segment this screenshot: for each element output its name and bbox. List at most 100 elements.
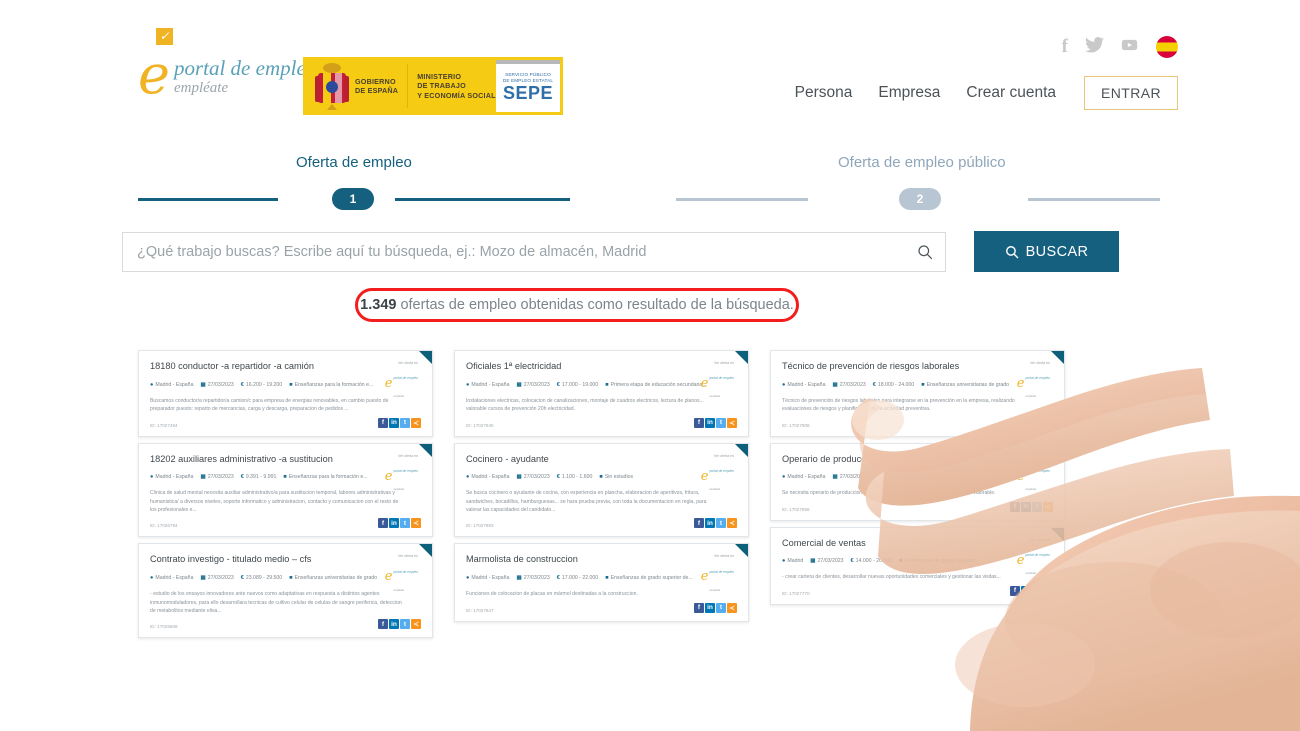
- job-title[interactable]: Contrato investigo - titulado medio – cf…: [150, 554, 348, 566]
- gov-line-1: GOBIERNO: [355, 76, 396, 86]
- salary-icon: €: [556, 381, 560, 388]
- twitter-share-icon[interactable]: t: [400, 619, 410, 630]
- job-title[interactable]: Marmolista de construccion: [466, 554, 664, 566]
- location-pin-icon: ●: [466, 381, 470, 388]
- job-title[interactable]: 18202 auxiliares administrativo -a susti…: [150, 454, 348, 466]
- step-badge-2[interactable]: 2: [899, 188, 941, 210]
- share-icon[interactable]: ≺: [727, 602, 737, 613]
- nav-item-crear-cuenta[interactable]: Crear cuenta: [966, 84, 1056, 102]
- step-label-1[interactable]: Oferta de empleo: [296, 154, 412, 171]
- job-card[interactable]: Ver oferta en e portal de empleo empléat…: [770, 442, 1065, 521]
- search-button[interactable]: BUSCAR: [974, 231, 1119, 272]
- facebook-icon[interactable]: f: [1062, 36, 1068, 58]
- job-id: ID: 17025606: [150, 624, 178, 630]
- twitter-share-icon[interactable]: t: [1032, 501, 1042, 512]
- job-card[interactable]: Ver oferta en e portal de empleo empléat…: [770, 350, 1065, 437]
- calendar-icon: ▦: [810, 558, 816, 565]
- badge-logo-title: portal de empleo: [709, 376, 734, 381]
- linkedin-share-icon[interactable]: in: [389, 518, 399, 529]
- badge-logo: e portal de empleo empléate: [996, 543, 1050, 579]
- facebook-share-icon[interactable]: f: [378, 619, 388, 630]
- job-title[interactable]: Operario de produccion: [782, 454, 980, 466]
- results-count: 1.349: [360, 297, 397, 313]
- share-icon[interactable]: ≺: [1043, 501, 1053, 512]
- twitter-share-icon[interactable]: t: [400, 417, 410, 428]
- linkedin-share-icon[interactable]: in: [1021, 501, 1031, 512]
- youtube-icon[interactable]: [1121, 38, 1138, 57]
- job-card[interactable]: Ver oferta en e portal de empleo empléat…: [138, 442, 433, 538]
- es-flag-icon[interactable]: [1156, 36, 1178, 58]
- twitter-icon[interactable]: [1085, 36, 1104, 58]
- twitter-share-icon[interactable]: t: [400, 518, 410, 529]
- job-card[interactable]: Ver oferta en e portal de empleo empléat…: [454, 442, 749, 538]
- step-badge-1[interactable]: 1: [332, 188, 374, 210]
- badge-logo-sub: empléate: [393, 487, 405, 491]
- facebook-share-icon[interactable]: f: [694, 518, 704, 529]
- job-card[interactable]: Ver oferta en e portal de empleo empléat…: [138, 543, 433, 639]
- job-title[interactable]: 18180 conductor -a repartidor -a camión: [150, 361, 348, 373]
- share-icon[interactable]: ≺: [411, 518, 421, 529]
- linkedin-share-icon[interactable]: in: [705, 602, 715, 613]
- job-title[interactable]: Técnico de prevención de riesgos laboral…: [782, 361, 980, 373]
- linkedin-share-icon[interactable]: in: [705, 518, 715, 529]
- job-salary: €1.100 - 1.600: [556, 474, 593, 481]
- salary-icon: €: [556, 574, 560, 581]
- badge-label: Ver oferta en: [397, 361, 418, 365]
- job-card[interactable]: Ver oferta en e portal de empleo empléat…: [138, 350, 433, 437]
- job-card[interactable]: Ver oferta en e portal de empleo empléat…: [770, 526, 1065, 605]
- facebook-share-icon[interactable]: f: [1010, 501, 1020, 512]
- search-input[interactable]: [137, 243, 917, 260]
- linkedin-share-icon[interactable]: in: [705, 417, 715, 428]
- linkedin-share-icon[interactable]: in: [1021, 585, 1031, 596]
- salary-icon: €: [872, 474, 876, 481]
- job-requirement: ■ Enseñanzas para la formación e...: [289, 381, 374, 388]
- job-title[interactable]: Oficiales 1ª electricidad: [466, 361, 664, 373]
- job-salary: €23.089 - 29.500: [240, 574, 283, 582]
- twitter-share-icon[interactable]: t: [1032, 417, 1042, 428]
- badge-logo: e portal de empleo empléate: [680, 560, 734, 596]
- job-date: ▦ 27/03/2023: [832, 474, 866, 481]
- facebook-share-icon[interactable]: f: [694, 417, 704, 428]
- share-icon[interactable]: ≺: [1043, 417, 1053, 428]
- login-button[interactable]: ENTRAR: [1084, 76, 1178, 110]
- linkedin-share-icon[interactable]: in: [389, 417, 399, 428]
- badge-logo-letter: e: [1016, 552, 1025, 568]
- linkedin-share-icon[interactable]: in: [389, 619, 399, 630]
- facebook-share-icon[interactable]: f: [1010, 417, 1020, 428]
- nav-item-persona[interactable]: Persona: [795, 84, 853, 102]
- salary-icon: €: [240, 574, 244, 581]
- page-root: e ✓ portal de empleo empléate GOBIERNO D…: [0, 0, 1300, 731]
- offer-source-badge: Ver oferta en e portal de empleo empléat…: [680, 454, 734, 495]
- share-icon[interactable]: ≺: [1043, 585, 1053, 596]
- job-card[interactable]: Ver oferta en e portal de empleo empléat…: [454, 543, 749, 622]
- twitter-share-icon[interactable]: t: [716, 518, 726, 529]
- offer-source-badge: Ver oferta en e portal de empleo empléat…: [364, 361, 418, 402]
- facebook-share-icon[interactable]: f: [694, 602, 704, 613]
- job-title[interactable]: Comercial de ventas: [782, 538, 980, 550]
- share-icon[interactable]: ≺: [727, 518, 737, 529]
- step-label-2[interactable]: Oferta de empleo público: [838, 154, 1006, 171]
- job-requirement: ■ Enseñanzas de grado superior: [898, 558, 976, 565]
- site-logo[interactable]: e ✓ portal de empleo empléate: [138, 28, 316, 102]
- calendar-icon: ▦: [200, 574, 206, 581]
- twitter-share-icon[interactable]: t: [716, 602, 726, 613]
- education-icon: ■: [921, 381, 925, 388]
- nav-item-empresa[interactable]: Empresa: [878, 84, 940, 102]
- facebook-share-icon[interactable]: f: [1010, 585, 1020, 596]
- share-icon[interactable]: ≺: [727, 417, 737, 428]
- job-salary: €17.000 - 19.000: [556, 381, 599, 388]
- linkedin-share-icon[interactable]: in: [1021, 417, 1031, 428]
- search-box[interactable]: [122, 231, 946, 272]
- share-icon[interactable]: ≺: [411, 619, 421, 630]
- twitter-share-icon[interactable]: t: [716, 417, 726, 428]
- ministry-name: MINISTERIO DE TRABAJO Y ECONOMÍA SOCIAL: [417, 72, 495, 100]
- facebook-share-icon[interactable]: f: [378, 417, 388, 428]
- share-icon[interactable]: ≺: [411, 417, 421, 428]
- search-icon[interactable]: [917, 244, 933, 260]
- job-card[interactable]: Ver oferta en e portal de empleo empléat…: [454, 350, 749, 437]
- salary-icon: €: [240, 474, 244, 481]
- logo-e-glyph: e: [138, 43, 170, 106]
- facebook-share-icon[interactable]: f: [378, 518, 388, 529]
- job-title[interactable]: Cocinero - ayudante: [466, 454, 664, 466]
- twitter-share-icon[interactable]: t: [1032, 585, 1042, 596]
